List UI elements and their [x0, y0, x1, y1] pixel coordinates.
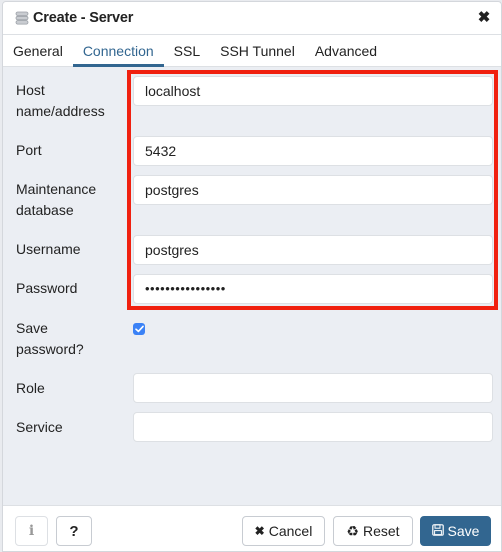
- close-icon: ✖: [254, 524, 265, 538]
- server-icon: [15, 11, 29, 25]
- dialog-title: Create - Server: [33, 10, 134, 26]
- dialog-footer: i ? ✖ Cancel ♻ Reset Save: [3, 505, 501, 551]
- save-password-label: Save password?: [16, 318, 84, 360]
- checkmark-icon: [134, 325, 144, 333]
- recycle-icon: ♻: [346, 522, 359, 539]
- service-label: Service: [16, 419, 63, 435]
- host-label-line1: Host: [16, 82, 45, 98]
- host-input[interactable]: [133, 76, 493, 106]
- maintenance-db-label: Maintenance database: [16, 179, 96, 221]
- username-input[interactable]: [133, 235, 493, 265]
- save-password-label-line2: password?: [16, 341, 84, 357]
- username-label: Username: [16, 241, 81, 257]
- floppy-disk-icon: [431, 523, 444, 539]
- tab-advanced[interactable]: Advanced: [305, 35, 387, 66]
- port-label: Port: [16, 142, 42, 158]
- tab-ssl[interactable]: SSL: [164, 35, 210, 66]
- host-label-line2: name/address: [16, 103, 105, 119]
- help-button[interactable]: ?: [56, 516, 92, 546]
- reset-button[interactable]: ♻ Reset: [333, 516, 413, 546]
- save-button[interactable]: Save: [420, 516, 491, 546]
- tab-ssh-tunnel[interactable]: SSH Tunnel: [210, 35, 305, 66]
- connection-form: Host name/address Port Maintenance datab…: [3, 68, 501, 505]
- cancel-button[interactable]: ✖ Cancel: [242, 516, 325, 546]
- close-icon[interactable]: ✖: [477, 10, 491, 25]
- password-input[interactable]: ••••••••••••••••: [133, 274, 493, 304]
- role-input[interactable]: [133, 373, 493, 403]
- dialog-titlebar[interactable]: Create - Server ✖: [3, 2, 501, 35]
- tab-general[interactable]: General: [3, 35, 73, 66]
- tab-connection[interactable]: Connection: [72, 35, 164, 67]
- maintenance-db-input[interactable]: [133, 175, 493, 205]
- maintenance-db-label-line2: database: [16, 202, 74, 218]
- maintenance-db-label-line1: Maintenance: [16, 181, 97, 197]
- host-label: Host name/address: [16, 80, 105, 122]
- service-input[interactable]: [133, 412, 493, 442]
- cancel-label: Cancel: [268, 523, 313, 539]
- help-icon: ?: [69, 522, 79, 540]
- save-password-checkbox[interactable]: [133, 323, 145, 335]
- port-input[interactable]: [133, 136, 493, 166]
- info-icon: i: [28, 523, 35, 539]
- tab-bar: General Connection SSL SSH Tunnel Advanc…: [3, 35, 501, 67]
- role-label: Role: [16, 380, 45, 396]
- save-label: Save: [447, 523, 480, 539]
- password-label: Password: [16, 280, 78, 296]
- save-password-label-line1: Save: [16, 320, 48, 336]
- reset-label: Reset: [362, 523, 400, 539]
- info-button[interactable]: i: [15, 516, 48, 546]
- create-server-dialog: Create - Server ✖ General Connection SSL…: [2, 1, 502, 552]
